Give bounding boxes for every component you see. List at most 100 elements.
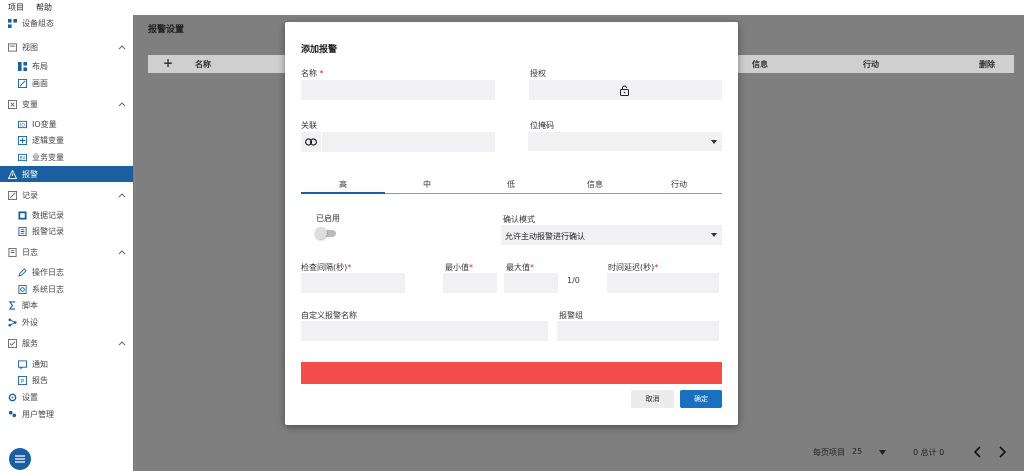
group-input[interactable] [557, 321, 719, 341]
cancel-button[interactable]: 取消 [631, 390, 674, 408]
services-icon [8, 338, 17, 348]
sidebar-label: 报警 [22, 169, 38, 179]
variables-icon [8, 99, 17, 109]
sidebar-item-business-vars[interactable]: BV 业务变量 [0, 149, 133, 165]
sidebar-item-layout[interactable]: 布局 [0, 58, 133, 74]
required-mark: * [319, 69, 324, 78]
logic-variable-icon [18, 135, 27, 145]
name-input[interactable] [301, 80, 495, 100]
auth-label: 授权 [530, 69, 546, 78]
sidebar-group-records[interactable]: 记录 [0, 187, 133, 203]
sidebar-item-notify[interactable]: 通知 [0, 356, 133, 372]
menu-project[interactable]: 项目 [8, 2, 24, 13]
dialog-title: 添加报警 [301, 45, 338, 55]
column-delete[interactable]: 删除 [979, 59, 995, 70]
chevron-up-icon[interactable] [118, 248, 126, 256]
per-page-label: 每页项目 [813, 448, 845, 457]
sidebar-item-device-config[interactable]: 设备组态 [0, 15, 133, 31]
sigma-icon [8, 300, 17, 310]
canvas-icon [18, 78, 27, 88]
bitmask-select[interactable] [528, 132, 722, 151]
sidebar-label: 设置 [22, 392, 38, 402]
tab-medium[interactable]: 中 [385, 179, 469, 190]
ack-mode-select[interactable]: 允许主动报警进行确认 [501, 225, 722, 245]
sidebar-label: 系统日志 [32, 284, 64, 294]
sidebar-item-alarm[interactable]: 报警 [0, 166, 133, 182]
ratio-text: 1/0 [567, 276, 580, 285]
group-label: 报警组 [559, 311, 583, 320]
sidebar-item-io-vars[interactable]: IO IO变量 [0, 116, 133, 132]
tab-low[interactable]: 低 [469, 179, 553, 190]
lock-open-icon[interactable] [620, 85, 629, 96]
data-record-icon [18, 210, 27, 220]
severity-tabs: 高 中 低 信息 行动 [301, 174, 722, 194]
sidebar-label: IO变量 [32, 119, 57, 129]
system-log-icon [18, 284, 27, 294]
dropdown-caret-icon [711, 140, 717, 144]
sidebar-item-op-logs[interactable]: 操作日志 [0, 264, 133, 280]
chevron-up-icon[interactable] [118, 100, 126, 108]
chevron-up-icon[interactable] [118, 191, 126, 199]
add-alarm-button[interactable]: + [163, 56, 173, 70]
notification-icon [18, 359, 27, 369]
view-icon [8, 42, 17, 52]
business-variable-icon: BV [18, 153, 27, 162]
link-input[interactable] [301, 132, 495, 152]
chevron-up-icon[interactable] [118, 43, 126, 51]
sidebar-item-logic-vars[interactable]: 逻辑变量 [0, 132, 133, 148]
sidebar-label: 记录 [22, 190, 38, 200]
menu-help[interactable]: 帮助 [36, 2, 52, 13]
sidebar-item-peripherals[interactable]: 外设 [0, 314, 133, 330]
sidebar-item-canvas[interactable]: 画面 [0, 75, 133, 91]
sidebar-group-variables[interactable]: 变量 [0, 96, 133, 112]
sidebar-label: 用户管理 [22, 409, 54, 419]
per-page-caret-icon[interactable] [879, 450, 886, 455]
tab-high[interactable]: 高 [301, 179, 385, 190]
sidebar-item-script[interactable]: 脚本 [0, 297, 133, 313]
custom-name-label: 自定义报警名称 [301, 311, 357, 320]
interval-input[interactable] [301, 273, 405, 293]
min-input[interactable] [443, 273, 497, 293]
sidebar-label: 变量 [22, 99, 38, 109]
sidebar-item-data-records[interactable]: 数据记录 [0, 207, 133, 223]
interval-label: 检查间隔(秒)* [301, 263, 352, 272]
sidebar-group-view[interactable]: 视图 [0, 39, 133, 55]
delay-input[interactable] [607, 273, 719, 293]
bitmask-label: 位掩码 [530, 121, 554, 130]
ack-mode-value: 允许主动报警进行确认 [505, 232, 585, 241]
custom-name-input[interactable] [301, 321, 548, 341]
active-tab-indicator [301, 192, 385, 194]
hamburger-menu-icon [15, 455, 25, 463]
prev-page-icon[interactable] [973, 446, 982, 458]
sidebar-item-alarm-records[interactable]: 报警记录 [0, 223, 133, 239]
sidebar-item-report[interactable]: P 报告 [0, 372, 133, 388]
menu-fab-button[interactable] [9, 448, 31, 470]
gear-icon [8, 393, 17, 402]
sidebar-label: 服务 [22, 338, 38, 348]
chevron-up-icon[interactable] [118, 339, 126, 347]
auth-field[interactable] [529, 80, 722, 100]
link-icon[interactable] [305, 138, 317, 146]
sidebar: 设备组态 视图 布局 画面 变量 IO IO变量 逻辑变量 BV 业务变量 报警… [0, 15, 134, 471]
sidebar-group-services[interactable]: 服务 [0, 335, 133, 351]
ok-button[interactable]: 确定 [680, 390, 722, 408]
sidebar-item-sys-logs[interactable]: 系统日志 [0, 281, 133, 297]
column-info[interactable]: 信息 [752, 59, 768, 70]
layout-icon [18, 61, 27, 71]
sidebar-item-settings[interactable]: 设置 [0, 389, 133, 405]
svg-text:BV: BV [20, 155, 26, 160]
records-icon [8, 190, 17, 200]
next-page-icon[interactable] [998, 446, 1007, 458]
users-icon [8, 410, 17, 419]
sidebar-group-logs[interactable]: 日志 [0, 244, 133, 260]
tab-info[interactable]: 信息 [553, 179, 637, 190]
column-name[interactable]: 名称 [195, 59, 211, 70]
tab-action[interactable]: 行动 [637, 179, 721, 190]
max-input[interactable] [504, 273, 558, 293]
column-action[interactable]: 行动 [863, 59, 879, 70]
sidebar-item-user-mgmt[interactable]: 用户管理 [0, 406, 133, 422]
enabled-toggle[interactable] [315, 227, 337, 239]
sidebar-label: 逻辑变量 [32, 135, 64, 145]
per-page-select[interactable]: 25 [852, 447, 862, 456]
peripherals-icon [8, 317, 17, 327]
